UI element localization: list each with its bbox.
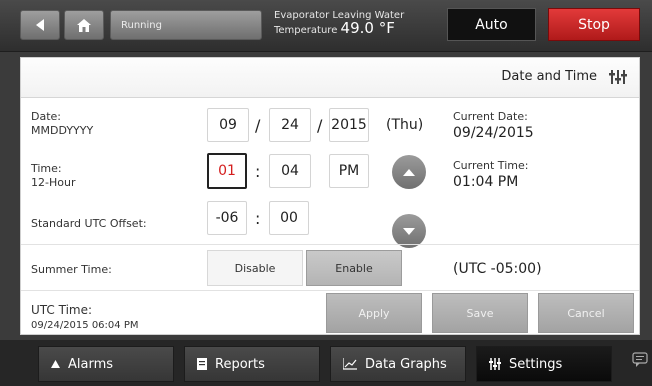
home-icon (77, 18, 91, 32)
top-bar: Running Evaporator Leaving Water Tempera… (0, 0, 652, 52)
back-button[interactable] (20, 10, 60, 40)
document-icon (197, 358, 207, 370)
chevron-down-icon (403, 227, 415, 235)
auto-button[interactable]: Auto (447, 8, 536, 41)
save-button[interactable]: Save (432, 293, 528, 333)
hour-field[interactable]: 01 (207, 153, 247, 189)
nav-alarms[interactable]: Alarms (38, 346, 174, 382)
utc-offset-minutes-field[interactable]: 00 (269, 201, 309, 235)
panel-header: Date and Time (21, 58, 639, 98)
date-format-label: MMDDYYYY (31, 124, 94, 137)
nav-reports[interactable]: Reports (184, 346, 320, 382)
date-label: Date: (31, 110, 61, 123)
unit-status-display: Running (110, 10, 262, 40)
nav-settings-label: Settings (509, 356, 563, 372)
decrement-button[interactable] (392, 214, 426, 248)
date-separator-1: / (255, 116, 261, 135)
nav-reports-label: Reports (215, 356, 265, 372)
nav-alarms-label: Alarms (68, 356, 114, 372)
utc-offset-hours-field[interactable]: -06 (207, 201, 247, 235)
current-time-value: 01:04 PM (453, 174, 519, 190)
summer-time-enable-button[interactable]: Enable (306, 250, 402, 286)
date-separator-2: / (317, 116, 323, 135)
chevron-up-icon (403, 168, 415, 176)
utc-time-value: 09/24/2015 06:04 PM (31, 320, 139, 331)
back-arrow-icon (36, 19, 44, 31)
nav-settings[interactable]: Settings (476, 346, 612, 382)
weekday-label: (Thu) (386, 117, 424, 133)
ampm-field[interactable]: PM (329, 154, 369, 188)
evaporator-temperature-value: 49.0 °F (340, 19, 395, 37)
time-format-label: 12-Hour (31, 176, 76, 189)
nav-data-graphs-label: Data Graphs (365, 356, 447, 372)
apply-button[interactable]: Apply (326, 293, 422, 333)
current-date-value: 09/24/2015 (453, 125, 534, 141)
nav-data-graphs[interactable]: Data Graphs (330, 346, 466, 382)
current-time-label: Current Time: (453, 159, 529, 172)
cancel-button[interactable]: Cancel (538, 293, 634, 333)
current-date-label: Current Date: (453, 110, 528, 123)
utc-offset-label: Standard UTC Offset: (31, 217, 147, 230)
month-field[interactable]: 09 (207, 108, 249, 142)
unit-status-text: Running (121, 19, 162, 31)
stop-button[interactable]: Stop (548, 8, 640, 41)
utc-time-label: UTC Time: (31, 303, 93, 317)
day-field[interactable]: 24 (269, 108, 311, 142)
evaporator-label-line2: Temperature (274, 25, 338, 36)
chat-icon[interactable] (632, 352, 648, 368)
summer-time-label: Summer Time: (31, 263, 112, 276)
time-label: Time: (31, 162, 62, 175)
date-time-panel: Date and Time Date: MMDDYYYY 09 / 24 / 2… (20, 57, 640, 335)
increment-button[interactable] (392, 155, 426, 189)
page-title: Date and Time (501, 69, 597, 84)
utc-offset-separator: : (255, 209, 261, 228)
year-field[interactable]: 2015 (329, 108, 369, 142)
row-divider (21, 244, 639, 245)
summer-utc-display: (UTC -05:00) (453, 261, 542, 277)
time-separator: : (255, 162, 261, 181)
summer-time-disable-button[interactable]: Disable (207, 250, 303, 286)
evaporator-temperature-display: Evaporator Leaving Water Temperature 49.… (274, 9, 404, 37)
home-button[interactable] (64, 10, 104, 40)
minute-field[interactable]: 04 (269, 154, 311, 188)
settings-sliders-icon (489, 358, 501, 370)
settings-sliders-icon (609, 70, 627, 84)
line-graph-icon (343, 358, 357, 370)
row-divider (21, 290, 639, 291)
triangle-up-icon (51, 360, 60, 368)
bottom-nav-bar: Alarms Reports Data Graphs Settings (0, 340, 652, 386)
